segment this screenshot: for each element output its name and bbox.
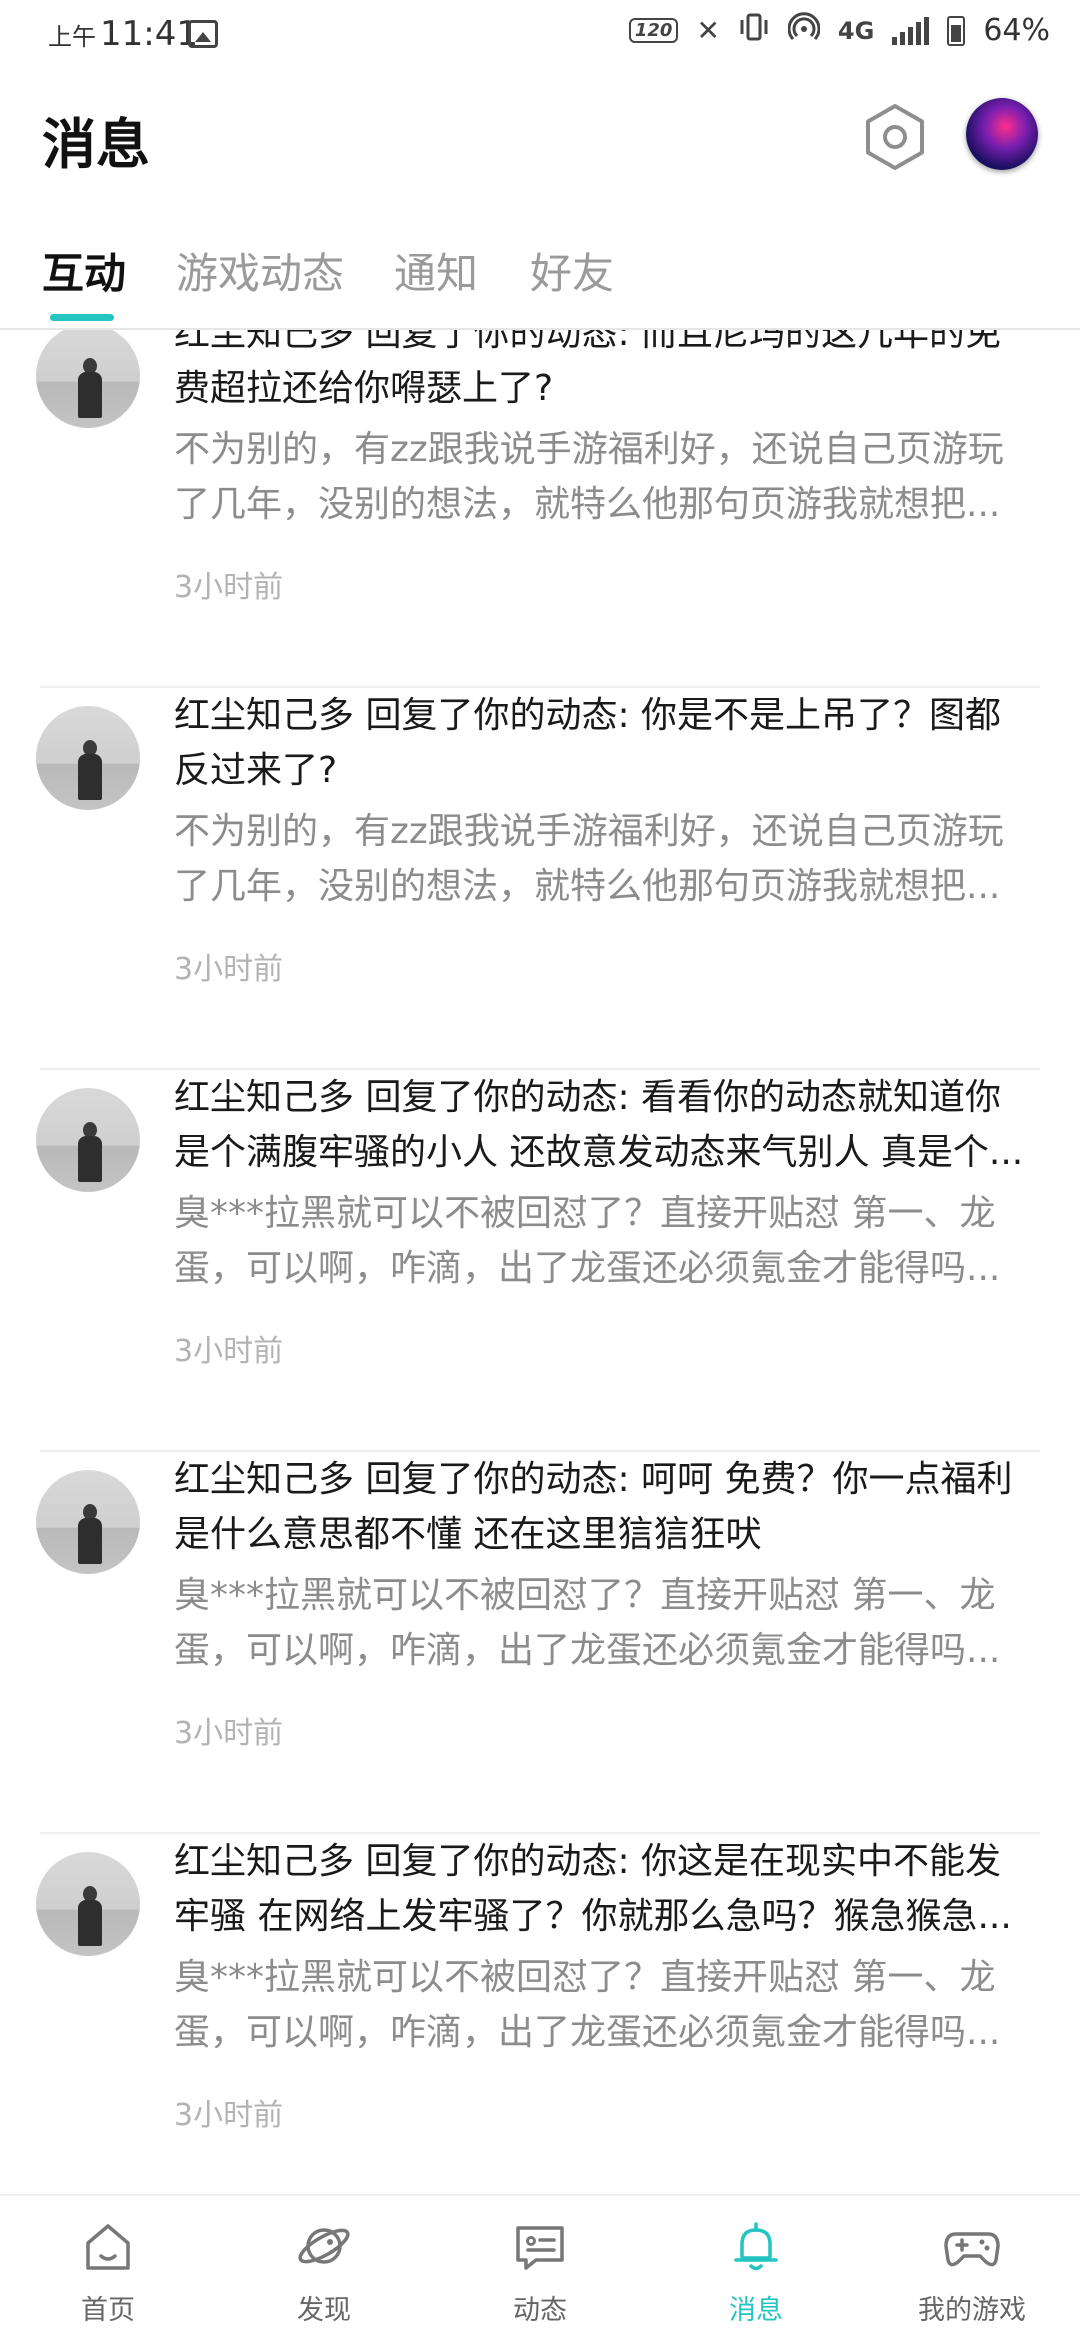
nav-home[interactable]: 首页 (0, 2196, 216, 2342)
message-list[interactable]: 红尘知己多 回复了你的动态: 而且尼玛的这几年的免费超拉还给你嘚瑟上了? 不为别… (0, 330, 1080, 2194)
tab-active-indicator (50, 314, 114, 321)
chat-card-icon (516, 2226, 564, 2270)
refresh-rate-icon: 120 (628, 18, 679, 43)
nav-my-games[interactable]: 我的游戏 (864, 2196, 1080, 2342)
tab-notifications[interactable]: 通知 (394, 240, 478, 301)
nav-label: 发现 (297, 2295, 351, 2326)
status-indicators: 120 ✕ 4G 64% (628, 12, 1050, 49)
user-avatar[interactable] (36, 1470, 140, 1574)
list-item[interactable]: 红尘知己多 回复了你的动态: 你是不是上吊了？图都反过来了? 不为别的，有zz跟… (0, 688, 1080, 1070)
tab-game-news[interactable]: 游戏动态 (176, 240, 344, 301)
page-title: 消息 (42, 113, 150, 176)
status-time: 上午 11:41 (48, 14, 198, 54)
nav-label: 动态 (513, 2295, 567, 2326)
message-time: 3小时前 (174, 1716, 284, 1751)
message-title: 红尘知己多 回复了你的动态: 呵呵 免费？你一点福利是什么意思都不懂 还在这里狺… (174, 1459, 1013, 1555)
bottom-navigation: 首页 发现 动态 消息 我的游戏 (0, 2194, 1080, 2342)
nav-feed[interactable]: 动态 (432, 2196, 648, 2342)
home-icon (86, 2224, 130, 2270)
x-app-icon: ✕ (696, 14, 720, 47)
hotspot-icon (787, 12, 821, 49)
message-quote: 臭***拉黑就可以不被回怼了？直接开贴怼 第一、龙蛋，可以啊，咋滴，出了龙蛋还必… (174, 1193, 1001, 1289)
message-quote: 臭***拉黑就可以不被回怼了？直接开贴怼 第一、龙蛋，可以啊，咋滴，出了龙蛋还必… (174, 1575, 1001, 1671)
message-tabs: 互动 游戏动态 通知 好友 (0, 232, 1080, 330)
nav-label: 消息 (729, 2295, 783, 2326)
message-title: 红尘知己多 回复了你的动态: 看看你的动态就知道你是个满腹牢骚的小人 还故意发动… (174, 1077, 1024, 1173)
network-type-icon: 4G (837, 16, 875, 45)
signal-icon (892, 16, 930, 45)
list-item[interactable]: 红尘知己多 回复了你的动态: 看看你的动态就知道你是个满腹牢骚的小人 还故意发动… (0, 1070, 1080, 1452)
my-avatar[interactable] (966, 98, 1038, 170)
nav-label: 我的游戏 (918, 2295, 1026, 2326)
vibrate-icon (738, 12, 770, 49)
message-quote: 臭***拉黑就可以不被回怼了？直接开贴怼 第一、龙蛋，可以啊，咋滴，出了龙蛋还必… (174, 1957, 1001, 2053)
status-ampm: 上午 (48, 23, 96, 51)
list-item[interactable]: 红尘知己多 回复了你的动态: 而且尼玛的这几年的免费超拉还给你嘚瑟上了? 不为别… (0, 330, 1080, 688)
bell-icon (734, 2222, 778, 2271)
tab-interaction[interactable]: 互动 (42, 240, 126, 301)
message-time: 3小时前 (174, 1334, 284, 1369)
user-avatar[interactable] (36, 330, 140, 428)
battery-icon (947, 15, 966, 46)
status-clock: 11:41 (100, 14, 198, 54)
settings-hexagon-icon (866, 104, 924, 170)
nav-discover[interactable]: 发现 (216, 2196, 432, 2342)
status-bar: 上午 11:41 120 ✕ 4G 64% (0, 0, 1080, 72)
message-title: 红尘知己多 回复了你的动态: 你是不是上吊了？图都反过来了? (174, 695, 1002, 791)
gallery-notification-icon (188, 20, 218, 48)
user-avatar[interactable] (36, 706, 140, 810)
list-item[interactable]: 红尘知己多 回复了你的动态: 呵呵 免费？你一点福利是什么意思都不懂 还在这里狺… (0, 1452, 1080, 1834)
settings-button[interactable] (862, 102, 928, 172)
nav-label: 首页 (81, 2295, 135, 2326)
message-title: 红尘知己多 回复了你的动态: 你这是在现实中不能发牢骚 在网络上发牢骚了？你就那… (174, 1841, 1012, 1937)
planet-icon (298, 2228, 350, 2264)
message-time: 3小时前 (174, 952, 284, 987)
list-item[interactable]: 红尘知己多 回复了你的动态: 你这是在现实中不能发牢骚 在网络上发牢骚了？你就那… (0, 1834, 1080, 2194)
message-quote: 不为别的，有zz跟我说手游福利好，还说自己页游玩了几年，没别的想法，就特么他那句… (174, 811, 1004, 907)
user-avatar[interactable] (36, 1088, 140, 1192)
gamepad-icon (944, 2232, 1000, 2267)
battery-level: 64% (983, 13, 1050, 48)
message-time: 3小时前 (174, 2098, 284, 2133)
message-title: 红尘知己多 回复了你的动态: 而且尼玛的这几年的免费超拉还给你嘚瑟上了? (174, 330, 1002, 409)
user-avatar[interactable] (36, 1852, 140, 1956)
app-header: 消息 (0, 72, 1080, 202)
tab-friends[interactable]: 好友 (530, 240, 614, 301)
message-quote: 不为别的，有zz跟我说手游福利好，还说自己页游玩了几年，没别的想法，就特么他那句… (174, 429, 1004, 525)
message-time: 3小时前 (174, 570, 284, 605)
nav-messages[interactable]: 消息 (648, 2196, 864, 2342)
